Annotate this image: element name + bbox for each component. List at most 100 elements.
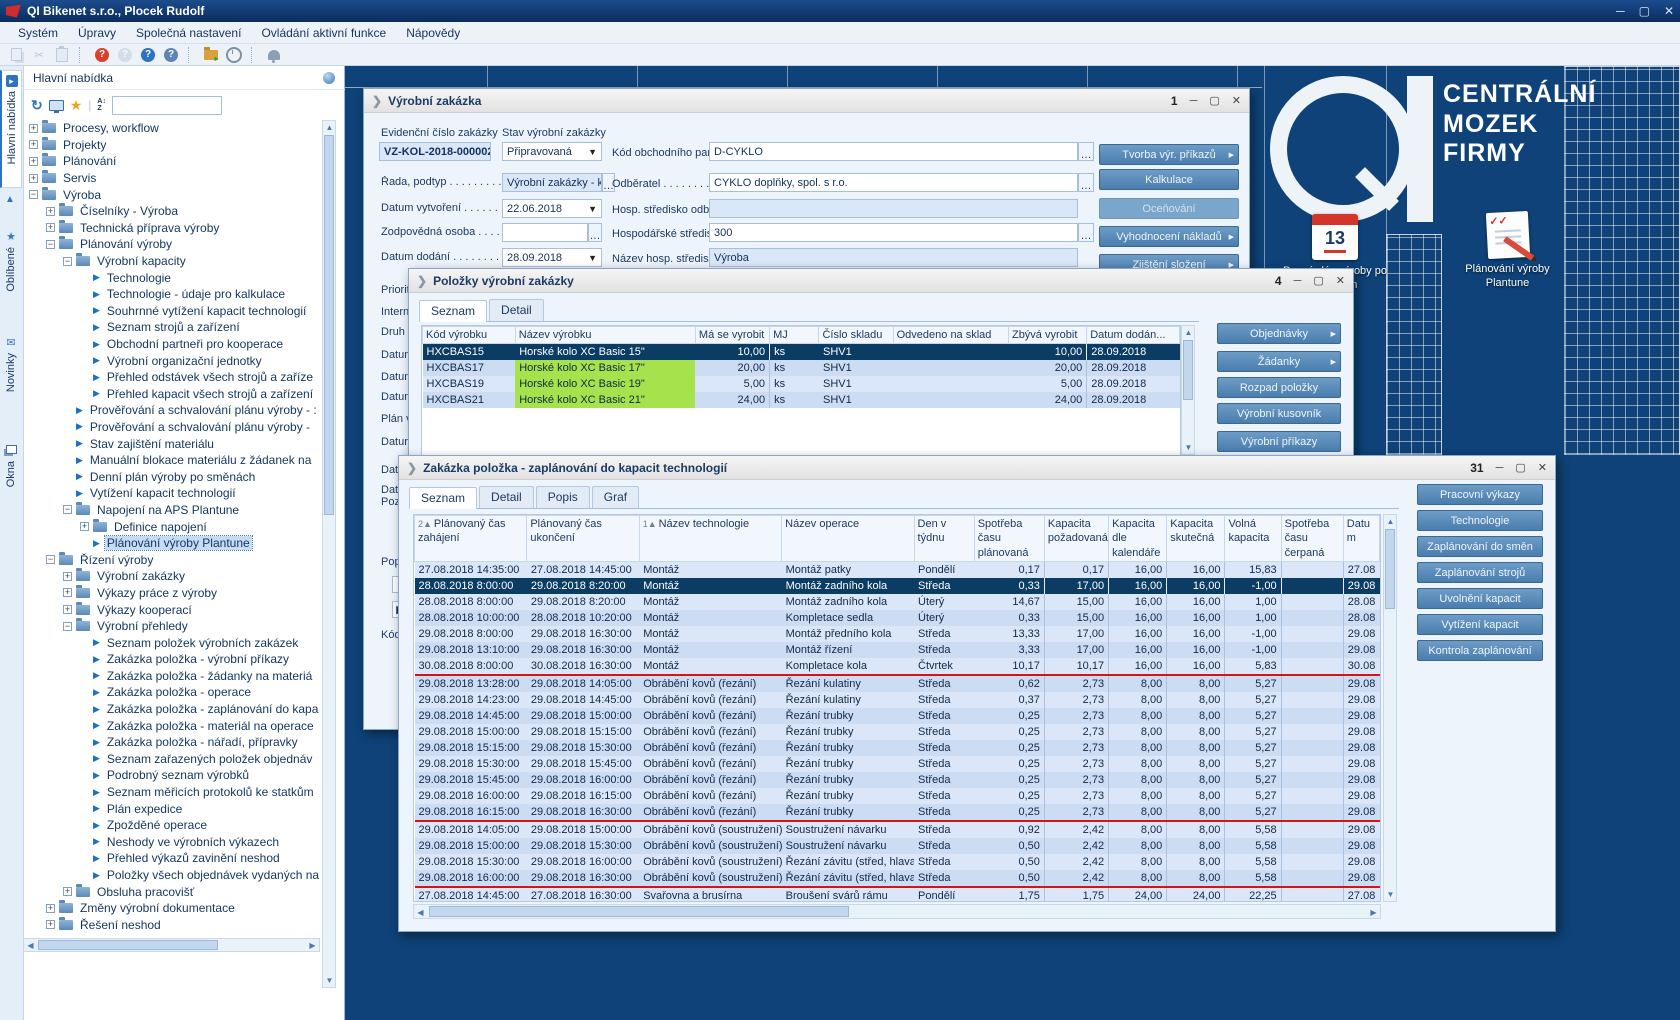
cell[interactable]: 0,37: [974, 692, 1044, 708]
cell[interactable]: -1,00: [1225, 626, 1281, 642]
cell[interactable]: -1,00: [1225, 642, 1281, 658]
cell[interactable]: Středa: [914, 626, 974, 642]
cell[interactable]: [1281, 854, 1343, 870]
cell[interactable]: Kompletace kola: [782, 658, 914, 675]
cell[interactable]: 28.08.2018 10:00:00: [415, 610, 527, 626]
cell[interactable]: 22,25: [1225, 887, 1281, 902]
tree-item[interactable]: ▶Zakázka položka - nářadí, přípravky: [23, 734, 322, 751]
cell[interactable]: 29.08.2018 15:00:00: [527, 821, 639, 838]
cell[interactable]: Horské kolo XC Basic 17": [515, 360, 695, 376]
cell[interactable]: [1281, 594, 1343, 610]
items-tab-detail[interactable]: Detail: [489, 299, 544, 321]
cell[interactable]: 5,27: [1225, 772, 1281, 788]
cell[interactable]: 16,00: [1109, 642, 1167, 658]
cell[interactable]: 28.08.2018 10:20:00: [527, 610, 639, 626]
capacity-action-button[interactable]: Uvolnění kapacit: [1417, 588, 1543, 609]
window-titlebar[interactable]: ❯ Položky výrobní zakázky 4 ─ ▢ ✕: [409, 269, 1353, 293]
cell[interactable]: Horské kolo XC Basic 21": [515, 392, 695, 408]
cell[interactable]: Horské kolo XC Basic 19": [515, 376, 695, 392]
table-row[interactable]: HXCBAS21Horské kolo XC Basic 21"24,00ksS…: [423, 392, 1180, 408]
cell[interactable]: Řezání trubky: [782, 772, 914, 788]
tree-expand-toggle[interactable]: −: [63, 505, 72, 514]
cell[interactable]: Středa: [914, 578, 974, 594]
cell[interactable]: 8,00: [1167, 804, 1225, 821]
table-row[interactable]: 29.08.2018 16:00:0029.08.2018 16:15:00Ob…: [415, 788, 1380, 804]
cell[interactable]: Svařovna a brusírna: [639, 887, 781, 902]
cell[interactable]: ks: [770, 360, 819, 376]
cell[interactable]: 8,00: [1167, 870, 1225, 887]
cell[interactable]: 8,00: [1109, 724, 1167, 740]
column-header[interactable]: Kapacita skutečná: [1167, 516, 1225, 562]
cell[interactable]: 16,00: [1109, 610, 1167, 626]
cell[interactable]: [1281, 804, 1343, 821]
tree-item[interactable]: +Obsluha pracovišť: [23, 883, 322, 900]
cell[interactable]: 15,00: [1044, 610, 1108, 626]
tree-item[interactable]: +Technická příprava výroby: [23, 220, 322, 237]
cell[interactable]: 29.08.2018 16:15:00: [415, 804, 527, 821]
cell[interactable]: 5,00: [695, 376, 769, 392]
tree-expand-toggle[interactable]: −: [63, 622, 72, 631]
tree-item[interactable]: +Číselníky - Výroba: [23, 203, 322, 220]
cell[interactable]: [893, 344, 1008, 361]
table-row[interactable]: 29.08.2018 14:45:0029.08.2018 15:00:00Ob…: [415, 708, 1380, 724]
copy-icon[interactable]: [6, 46, 26, 63]
cell[interactable]: 8,00: [1167, 708, 1225, 724]
cell[interactable]: Montáž patky: [782, 561, 914, 578]
economic-center-lookup-button[interactable]: …: [1078, 223, 1094, 242]
cell[interactable]: Montáž řízení: [782, 642, 914, 658]
tree-expand-toggle[interactable]: +: [63, 887, 72, 896]
cell[interactable]: 29.08: [1343, 854, 1379, 870]
cell[interactable]: 29.08.2018 15:15:00: [527, 724, 639, 740]
cell[interactable]: 24,00: [1109, 887, 1167, 902]
sidebar-tab-mail[interactable]: ✉Novinky: [0, 332, 22, 428]
cell[interactable]: SHV1: [819, 392, 893, 408]
window-close-button[interactable]: ✕: [1538, 461, 1547, 474]
cell[interactable]: Obrábění kovů (řezání): [639, 692, 781, 708]
cell[interactable]: 24,00: [1167, 887, 1225, 902]
cell[interactable]: Montáž zadního kola: [782, 578, 914, 594]
cell[interactable]: 5,58: [1225, 870, 1281, 887]
cell[interactable]: Montáž: [639, 642, 781, 658]
window-maximize-button[interactable]: ▢: [1209, 94, 1219, 107]
column-header[interactable]: 1▲Název technologie: [639, 516, 781, 562]
cell[interactable]: 2,73: [1044, 692, 1108, 708]
cell[interactable]: 28.09.2018: [1087, 344, 1180, 361]
tree-item[interactable]: −Výrobní kapacity: [23, 253, 322, 270]
cell[interactable]: 29.08: [1343, 692, 1379, 708]
cell[interactable]: 29.08.2018 15:00:00: [527, 708, 639, 724]
window-close-button[interactable]: ✕: [1336, 274, 1345, 287]
window-maximize-button[interactable]: ▢: [1515, 461, 1525, 474]
cell[interactable]: 8,00: [1167, 772, 1225, 788]
cell[interactable]: Středa: [914, 675, 974, 692]
cell[interactable]: Montáž: [639, 578, 781, 594]
cell[interactable]: Řezání trubky: [782, 724, 914, 740]
cell[interactable]: 13,33: [974, 626, 1044, 642]
cell[interactable]: 29.08.2018 15:45:00: [527, 756, 639, 772]
cell[interactable]: 29.08.2018 16:30:00: [527, 870, 639, 887]
created-date-select[interactable]: 22.06.2018▼: [502, 199, 602, 218]
tree-item[interactable]: ▶Manuální blokace materiálu z žádanek na: [23, 452, 322, 469]
help-icon[interactable]: ?: [138, 46, 158, 63]
cell[interactable]: 28.08: [1343, 610, 1379, 626]
cell[interactable]: Montáž: [639, 561, 781, 578]
cell[interactable]: 29.08.2018 8:20:00: [527, 578, 639, 594]
tree-expand-toggle[interactable]: +: [46, 223, 55, 232]
cell[interactable]: Středa: [914, 838, 974, 854]
cell[interactable]: SHV1: [819, 344, 893, 361]
cell[interactable]: 0,17: [974, 561, 1044, 578]
tree-expand-toggle[interactable]: −: [63, 257, 72, 266]
column-header[interactable]: Volná kapacita: [1225, 516, 1281, 562]
capacity-action-button[interactable]: Pracovní výkazy: [1417, 484, 1543, 505]
table-row[interactable]: 29.08.2018 15:30:0029.08.2018 15:45:00Ob…: [415, 756, 1380, 772]
cell[interactable]: Řezání trubky: [782, 788, 914, 804]
tree-item[interactable]: ▶Souhrnné vytížení kapacit technologií: [23, 303, 322, 320]
cell[interactable]: 2,73: [1044, 804, 1108, 821]
cell[interactable]: 3,33: [974, 642, 1044, 658]
cell[interactable]: Obrábění kovů (soustružení): [639, 838, 781, 854]
cell[interactable]: Montáž: [639, 626, 781, 642]
tree-expand-toggle[interactable]: −: [46, 240, 55, 249]
table-row[interactable]: HXCBAS17Horské kolo XC Basic 17"20,00ksS…: [423, 360, 1180, 376]
tree-item[interactable]: ▶Seznam měřicích protokolů ke statkům: [23, 784, 322, 801]
column-header[interactable]: Kapacita dle kalendáře: [1109, 516, 1167, 562]
cell[interactable]: HXCBAS17: [423, 360, 516, 376]
